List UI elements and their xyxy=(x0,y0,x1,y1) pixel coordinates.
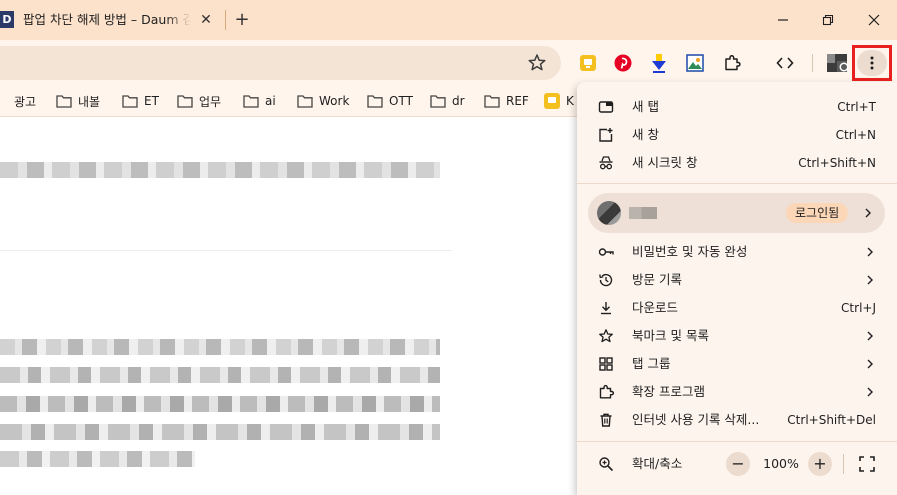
zoom-separator xyxy=(843,454,844,474)
extensions-puzzle-icon[interactable] xyxy=(720,51,744,75)
bookmark-folder[interactable]: OTT xyxy=(367,92,413,110)
signed-in-badge: 로그인됨 xyxy=(786,203,849,223)
toolbar xyxy=(0,40,897,86)
menu-profile-row[interactable]: 로그인됨 xyxy=(588,193,885,233)
menu-separator xyxy=(577,183,897,184)
tab-groups-icon xyxy=(599,357,613,371)
bookmark-folder[interactable]: 내볼 xyxy=(56,92,100,110)
zoom-in-button[interactable]: + xyxy=(808,452,832,476)
menu-item-new-tab[interactable]: 새 탭 Ctrl+T xyxy=(577,93,897,121)
devtools-code-icon[interactable] xyxy=(773,51,797,75)
chevron-right-icon xyxy=(867,331,873,341)
profile-name-blurred xyxy=(629,207,657,219)
new-window-icon xyxy=(599,128,613,142)
minimize-icon xyxy=(778,19,788,21)
menu-item-bookmarks[interactable]: 북마크 및 목록 xyxy=(577,322,897,350)
tab-title: 팝업 차단 해제 방법 – Daum 검색 xyxy=(23,12,191,27)
bookmark-folder[interactable]: Work xyxy=(297,92,349,110)
daum-favicon: D xyxy=(0,11,14,28)
menu-item-history[interactable]: 방문 기록 xyxy=(577,266,897,294)
menu-separator xyxy=(577,441,897,442)
blurred-text-line xyxy=(0,339,440,355)
avatar xyxy=(597,201,621,225)
content-divider xyxy=(0,250,452,251)
profile-avatar-icon[interactable] xyxy=(826,51,850,75)
bookmark-folder[interactable]: ai xyxy=(243,92,276,110)
folder-icon xyxy=(297,95,313,108)
bookmark-item[interactable]: 광고 xyxy=(14,92,36,110)
download-arrow-icon[interactable] xyxy=(647,51,671,75)
chevron-right-icon xyxy=(867,275,873,285)
menu-item-clear-browsing-data[interactable]: 인터넷 사용 기록 삭제... Ctrl+Shift+Del xyxy=(577,406,897,434)
image-extension-icon[interactable] xyxy=(683,51,707,75)
zoom-magnifier-icon xyxy=(599,457,614,472)
chevron-right-icon xyxy=(865,208,871,218)
menu-item-new-incognito[interactable]: 새 시크릿 창 Ctrl+Shift+N xyxy=(577,149,897,177)
zoom-out-button[interactable]: − xyxy=(726,452,750,476)
tab-close-icon[interactable]: ✕ xyxy=(198,12,214,28)
menu-item-passwords[interactable]: 비밀번호 및 자동 완성 xyxy=(577,238,897,266)
address-bar[interactable] xyxy=(0,46,561,80)
tab-active[interactable]: D 팝업 차단 해제 방법 – Daum 검색 ✕ xyxy=(0,0,222,40)
new-tab-button[interactable]: + xyxy=(232,10,252,30)
menu-item-tab-groups[interactable]: 탭 그룹 xyxy=(577,350,897,378)
bookmark-star-icon[interactable] xyxy=(526,52,548,74)
folder-icon xyxy=(177,95,193,108)
bookmark-item[interactable]: K xyxy=(544,92,574,110)
restore-button[interactable] xyxy=(816,8,840,32)
kebab-menu-icon xyxy=(857,50,887,76)
toolbar-separator xyxy=(812,54,813,72)
blurred-text-line xyxy=(0,162,440,178)
chrome-menu: 새 탭 Ctrl+T 새 창 Ctrl+N 새 시크릿 창 Ctrl+Shift… xyxy=(577,82,897,495)
chevron-right-icon xyxy=(867,247,873,257)
bookmark-folder[interactable]: REF xyxy=(484,92,529,110)
blurred-text-line xyxy=(0,424,440,440)
chevron-right-icon xyxy=(867,359,873,369)
menu-zoom-row: 확대/축소 − 100% + xyxy=(577,449,897,479)
menu-item-downloads[interactable]: 다운로드 Ctrl+J xyxy=(577,294,897,322)
extension-note-icon[interactable] xyxy=(576,51,600,75)
bookmark-folder[interactable]: ET xyxy=(122,92,159,110)
chrome-menu-button[interactable] xyxy=(852,45,892,81)
folder-icon xyxy=(430,95,446,108)
chevron-right-icon xyxy=(867,387,873,397)
puzzle-icon xyxy=(599,384,614,399)
download-icon xyxy=(601,302,611,315)
folder-icon xyxy=(122,95,138,108)
trash-icon xyxy=(600,413,612,427)
folder-icon xyxy=(243,95,259,108)
key-icon xyxy=(598,248,614,256)
blurred-text-line xyxy=(0,367,440,383)
window-close-button[interactable] xyxy=(862,8,886,32)
bookmark-folder[interactable]: 업무 xyxy=(177,92,221,110)
restore-icon xyxy=(822,14,834,26)
menu-item-new-window[interactable]: 새 창 Ctrl+N xyxy=(577,121,897,149)
blurred-text-line xyxy=(0,451,195,467)
incognito-icon xyxy=(599,156,613,170)
pinterest-icon[interactable] xyxy=(611,51,635,75)
new-tab-icon xyxy=(598,101,614,113)
note-extension-icon xyxy=(544,93,560,109)
bookmark-folder[interactable]: dr xyxy=(430,92,465,110)
menu-item-extensions[interactable]: 확장 프로그램 xyxy=(577,378,897,406)
folder-icon xyxy=(484,95,500,108)
tab-strip: D 팝업 차단 해제 방법 – Daum 검색 ✕ + xyxy=(0,0,897,40)
blurred-text-line xyxy=(0,396,440,412)
fullscreen-icon[interactable] xyxy=(857,454,877,474)
zoom-level: 100% xyxy=(763,456,799,471)
star-icon xyxy=(599,329,613,343)
folder-icon xyxy=(367,95,383,108)
history-icon xyxy=(599,273,613,287)
window-close-icon xyxy=(868,14,880,26)
minimize-button[interactable] xyxy=(771,8,795,32)
folder-icon xyxy=(56,95,72,108)
tab-separator xyxy=(225,10,226,30)
